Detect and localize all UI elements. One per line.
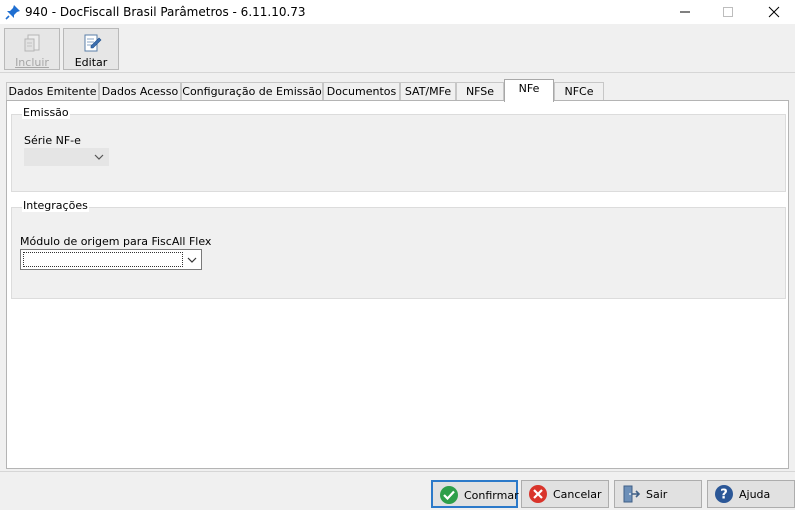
tab-dados-acesso[interactable]: Dados Acesso [99, 82, 181, 101]
integracoes-group: Integrações Módulo de origem para FiscAl… [11, 199, 786, 299]
close-button[interactable] [749, 0, 795, 24]
tab-panel-nfe: Emissão Série NF-e Integrações Módulo de… [6, 100, 789, 469]
minimize-icon [680, 11, 690, 13]
chevron-down-icon [187, 257, 197, 263]
close-icon [768, 6, 780, 18]
tab-nfe[interactable]: NFe [504, 79, 554, 102]
emissao-group-line [12, 114, 785, 115]
toolbar: Incluir Editar [0, 24, 795, 73]
incluir-label: Incluir [15, 56, 49, 69]
cancel-circle-icon [529, 485, 547, 503]
maximize-button[interactable] [705, 0, 751, 24]
modulo-origem-label: Módulo de origem para FiscAll Flex [20, 235, 212, 248]
edit-document-icon [84, 34, 102, 52]
maximize-icon [723, 7, 733, 17]
ajuda-label: Ajuda [739, 488, 771, 501]
svg-text:?: ? [720, 488, 728, 503]
confirmar-label: Confirmar [464, 489, 519, 502]
sair-button[interactable]: Sair [614, 480, 702, 508]
tab-documentos[interactable]: Documentos [323, 82, 400, 101]
integracoes-group-title: Integrações [22, 199, 89, 212]
editar-label: Editar [74, 56, 108, 69]
incluir-button[interactable]: Incluir [4, 28, 60, 70]
new-document-icon [24, 34, 40, 52]
title-bar: 940 - DocFiscall Brasil Parâmetros - 6.1… [0, 0, 795, 24]
sair-label: Sair [646, 488, 668, 501]
help-icon: ? [715, 485, 733, 503]
tab-dados-emitente[interactable]: Dados Emitente [6, 82, 99, 101]
tab-sat-mfe[interactable]: SAT/MFe [400, 82, 456, 101]
chevron-down-icon [94, 154, 104, 160]
check-circle-icon [440, 486, 458, 504]
cancelar-label: Cancelar [553, 488, 602, 501]
window-title: 940 - DocFiscall Brasil Parâmetros - 6.1… [25, 5, 306, 19]
integracoes-group-line [12, 207, 785, 208]
emissao-group-title: Emissão [22, 106, 70, 119]
exit-door-icon [623, 485, 641, 503]
editar-button[interactable]: Editar [63, 28, 119, 70]
modulo-origem-focus-rect [23, 252, 183, 267]
ajuda-button[interactable]: ? Ajuda [707, 480, 795, 508]
pin-icon [5, 5, 20, 20]
cancelar-button[interactable]: Cancelar [521, 480, 609, 508]
tab-configuracao-emissao[interactable]: Configuração de Emissão [181, 82, 323, 101]
serie-nfe-select[interactable] [24, 148, 109, 166]
emissao-group: Emissão Série NF-e [11, 106, 786, 192]
tab-nfse[interactable]: NFSe [456, 82, 504, 101]
bottom-bar: Confirmar Cancelar Sair ? Ajuda [0, 471, 795, 510]
tab-nfce[interactable]: NFCe [554, 82, 604, 101]
minimize-button[interactable] [662, 0, 708, 24]
confirmar-button[interactable]: Confirmar [431, 480, 519, 508]
serie-nfe-label: Série NF-e [24, 134, 81, 147]
modulo-origem-select[interactable] [20, 249, 202, 270]
